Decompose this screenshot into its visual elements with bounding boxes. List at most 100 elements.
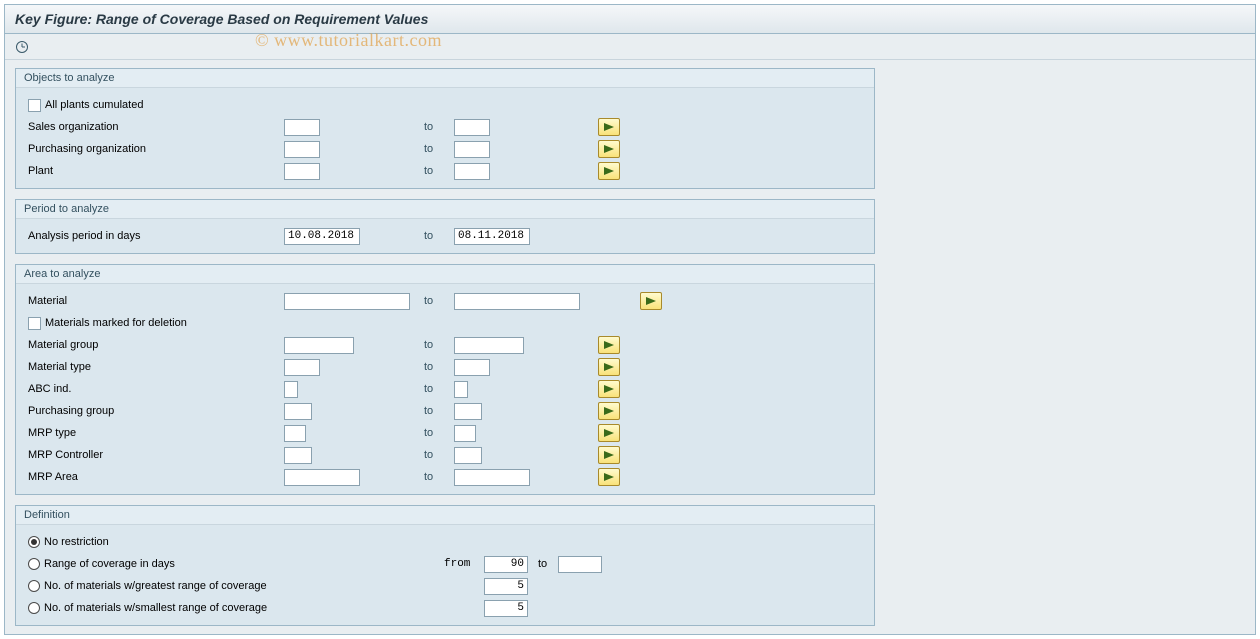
to-label: to [424, 121, 433, 133]
to-label: to [424, 143, 433, 155]
purchasing-org-to[interactable] [454, 141, 490, 158]
sales-org-label: Sales organization [28, 121, 119, 133]
all-plants-label: All plants cumulated [45, 99, 143, 111]
material-group-label: Material group [28, 339, 98, 351]
to-label: to [424, 383, 433, 395]
to-label: to [424, 295, 433, 307]
analysis-period-from[interactable] [284, 228, 360, 245]
purchasing-org-label: Purchasing organization [28, 143, 146, 155]
arrow-right-icon [604, 473, 614, 481]
greatest-label: No. of materials w/greatest range of cov… [44, 580, 267, 592]
range-days-to[interactable] [558, 556, 602, 573]
to-label: to [424, 230, 433, 242]
plant-from[interactable] [284, 163, 320, 180]
arrow-right-icon [604, 363, 614, 371]
to-label: to [424, 339, 433, 351]
to-label: to [424, 471, 433, 483]
purchasing-org-from[interactable] [284, 141, 320, 158]
purchasing-group-to[interactable] [454, 403, 482, 420]
analysis-period-to[interactable] [454, 228, 530, 245]
group-period: Period to analyze Analysis period in day… [15, 199, 875, 254]
arrow-right-icon [604, 341, 614, 349]
titlebar: Key Figure: Range of Coverage Based on R… [5, 5, 1255, 34]
to-label: to [424, 361, 433, 373]
group-area: Area to analyze Material to Materials ma… [15, 264, 875, 495]
no-restriction-label: No restriction [44, 536, 109, 548]
to-label: to [538, 558, 547, 570]
group-title-period: Period to analyze [16, 200, 874, 219]
group-title-objects: Objects to analyze [16, 69, 874, 88]
purchasing-group-from[interactable] [284, 403, 312, 420]
mrp-controller-multi-button[interactable] [598, 446, 620, 464]
plant-label: Plant [28, 165, 53, 177]
mrp-type-from[interactable] [284, 425, 306, 442]
abc-ind-label: ABC ind. [28, 383, 71, 395]
material-type-to[interactable] [454, 359, 490, 376]
mrp-type-multi-button[interactable] [598, 424, 620, 442]
to-label: to [424, 427, 433, 439]
execute-button[interactable] [11, 37, 33, 57]
material-type-multi-button[interactable] [598, 358, 620, 376]
content: Objects to analyze All plants cumulated … [5, 60, 1255, 634]
material-to[interactable] [454, 293, 580, 310]
mrp-controller-from[interactable] [284, 447, 312, 464]
to-label: to [424, 405, 433, 417]
sales-org-multi-button[interactable] [598, 118, 620, 136]
plant-to[interactable] [454, 163, 490, 180]
abc-multi-button[interactable] [598, 380, 620, 398]
smallest-value[interactable] [484, 600, 528, 617]
material-type-from[interactable] [284, 359, 320, 376]
all-plants-checkbox[interactable] [28, 99, 41, 112]
smallest-label: No. of materials w/smallest range of cov… [44, 602, 267, 614]
arrow-right-icon [604, 407, 614, 415]
material-type-label: Material type [28, 361, 91, 373]
mrp-type-label: MRP type [28, 427, 76, 439]
materials-deletion-label: Materials marked for deletion [45, 317, 187, 329]
abc-to[interactable] [454, 381, 468, 398]
group-objects: Objects to analyze All plants cumulated … [15, 68, 875, 189]
arrow-right-icon [604, 145, 614, 153]
from-label: from [444, 558, 484, 570]
mrp-area-label: MRP Area [28, 471, 78, 483]
clock-execute-icon [15, 40, 29, 54]
window-title: Key Figure: Range of Coverage Based on R… [15, 11, 428, 27]
abc-from[interactable] [284, 381, 298, 398]
arrow-right-icon [604, 123, 614, 131]
purchasing-group-label: Purchasing group [28, 405, 114, 417]
material-multi-button[interactable] [640, 292, 662, 310]
mrp-controller-label: MRP Controller [28, 449, 103, 461]
material-group-to[interactable] [454, 337, 524, 354]
range-days-radio[interactable] [28, 558, 40, 570]
purchasing-org-multi-button[interactable] [598, 140, 620, 158]
toolbar: © www.tutorialkart.com [5, 34, 1255, 60]
material-label: Material [28, 295, 67, 307]
purchasing-group-multi-button[interactable] [598, 402, 620, 420]
smallest-radio[interactable] [28, 602, 40, 614]
plant-multi-button[interactable] [598, 162, 620, 180]
arrow-right-icon [604, 429, 614, 437]
sales-org-to[interactable] [454, 119, 490, 136]
analysis-period-label: Analysis period in days [28, 230, 141, 242]
arrow-right-icon [646, 297, 656, 305]
range-days-from[interactable] [484, 556, 528, 573]
mrp-area-multi-button[interactable] [598, 468, 620, 486]
materials-deletion-checkbox[interactable] [28, 317, 41, 330]
material-group-from[interactable] [284, 337, 354, 354]
mrp-type-to[interactable] [454, 425, 476, 442]
mrp-controller-to[interactable] [454, 447, 482, 464]
window: Key Figure: Range of Coverage Based on R… [4, 4, 1256, 635]
sales-org-from[interactable] [284, 119, 320, 136]
greatest-value[interactable] [484, 578, 528, 595]
material-group-multi-button[interactable] [598, 336, 620, 354]
material-from[interactable] [284, 293, 410, 310]
to-label: to [424, 449, 433, 461]
watermark: © www.tutorialkart.com [255, 30, 442, 51]
greatest-radio[interactable] [28, 580, 40, 592]
arrow-right-icon [604, 451, 614, 459]
no-restriction-radio[interactable] [28, 536, 40, 548]
mrp-area-from[interactable] [284, 469, 360, 486]
mrp-area-to[interactable] [454, 469, 530, 486]
group-definition: Definition No restriction Range of cover… [15, 505, 875, 626]
group-title-definition: Definition [16, 506, 874, 525]
arrow-right-icon [604, 385, 614, 393]
